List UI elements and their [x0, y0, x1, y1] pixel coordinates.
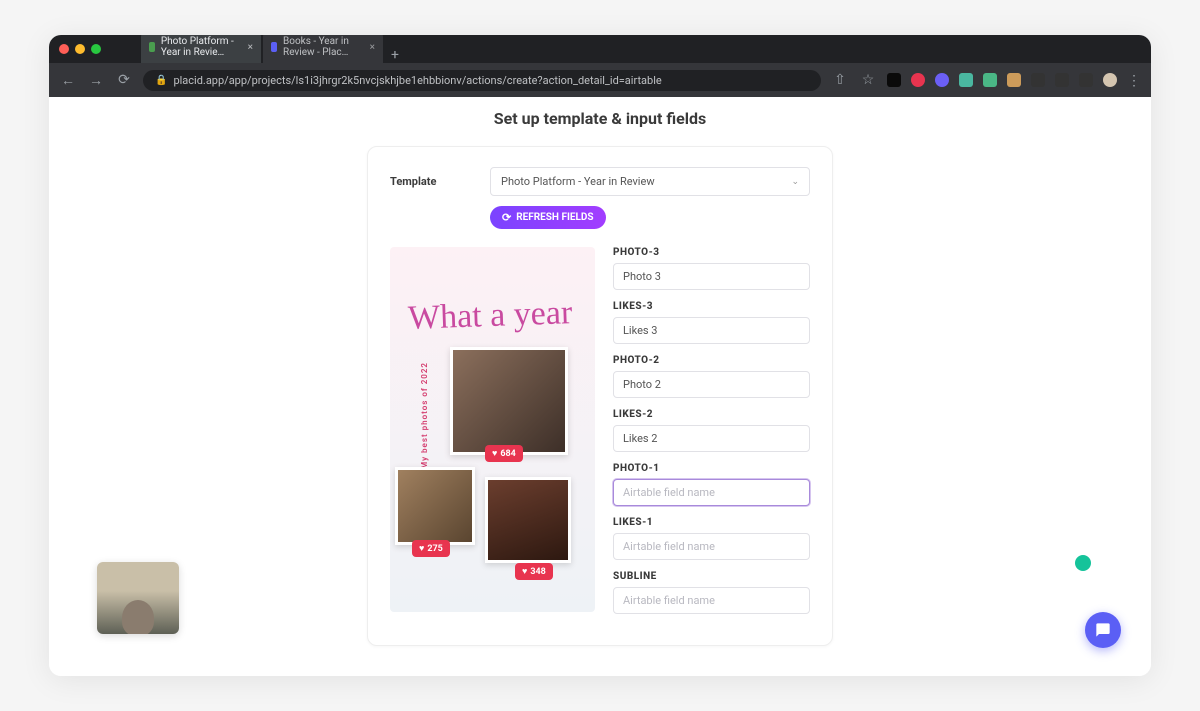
window-controls [59, 44, 101, 54]
close-tab-icon[interactable]: × [370, 42, 375, 53]
close-tab-icon[interactable]: × [248, 42, 253, 53]
field-label: LIKES-3 [613, 301, 810, 312]
tab-label: Books - Year in Review - Plac… [283, 36, 364, 58]
field-input[interactable] [613, 479, 810, 506]
refresh-icon: ⟳ [502, 211, 511, 224]
browser-window: Photo Platform - Year in Revie… × Books … [49, 35, 1151, 676]
ext-icon[interactable] [1079, 73, 1093, 87]
field-label: PHOTO-2 [613, 355, 810, 366]
page-content: Set up template & input fields Template … [49, 97, 1151, 676]
profile-avatar[interactable] [1103, 73, 1117, 87]
webcam-overlay [97, 562, 179, 634]
ext-icon[interactable] [983, 73, 997, 87]
field-input[interactable] [613, 587, 810, 614]
field-group: PHOTO-3 [613, 247, 810, 290]
field-group: PHOTO-2 [613, 355, 810, 398]
template-value: Photo Platform - Year in Review [501, 175, 655, 188]
share-icon[interactable]: ⇧ [831, 72, 849, 88]
setup-card: Template Photo Platform - Year in Review… [367, 146, 833, 646]
field-input[interactable] [613, 371, 810, 398]
heart-icon: ♥ [492, 448, 497, 459]
field-label: PHOTO-1 [613, 463, 810, 474]
refresh-fields-button[interactable]: ⟳ REFRESH FIELDS [490, 206, 606, 229]
forward-button[interactable]: → [87, 72, 105, 89]
preview-photo-1 [450, 347, 568, 455]
page-title: Set up template & input fields [49, 109, 1151, 128]
chat-widget[interactable] [1085, 612, 1121, 648]
template-label: Template [390, 175, 490, 188]
ext-icon[interactable] [911, 73, 925, 87]
field-group: PHOTO-1 [613, 463, 810, 506]
ext-icon[interactable] [1055, 73, 1069, 87]
maximize-window[interactable] [91, 44, 101, 54]
field-group: SUBLINE [613, 571, 810, 614]
back-button[interactable]: ← [59, 72, 77, 89]
address-bar[interactable]: 🔒 placid.app/app/projects/ls1i3jhrgr2k5n… [143, 70, 821, 91]
titlebar: Photo Platform - Year in Revie… × Books … [49, 35, 1151, 63]
chevron-down-icon: ⌄ [791, 177, 799, 187]
ext-icon[interactable] [959, 73, 973, 87]
refresh-label: REFRESH FIELDS [516, 212, 593, 223]
preview-sideline: My best photos of 2022 [420, 362, 429, 469]
field-input[interactable] [613, 425, 810, 452]
url-text: placid.app/app/projects/ls1i3jhrgr2k5nvc… [173, 74, 661, 87]
menu-icon[interactable]: ⋮ [1127, 73, 1141, 87]
preview-heading: What a year [407, 294, 572, 338]
browser-toolbar: ← → ⟳ 🔒 placid.app/app/projects/ls1i3jhr… [49, 63, 1151, 97]
ext-icon[interactable] [1007, 73, 1021, 87]
field-group: LIKES-1 [613, 517, 810, 560]
field-input[interactable] [613, 263, 810, 290]
bookmark-icon[interactable]: ☆ [859, 72, 877, 88]
tab-1[interactable]: Photo Platform - Year in Revie… × [141, 35, 261, 63]
ext-icon[interactable] [887, 73, 901, 87]
tab-2[interactable]: Books - Year in Review - Plac… × [263, 35, 383, 63]
like-badge: ♥275 [412, 540, 450, 557]
ext-icon[interactable] [1031, 73, 1045, 87]
chat-icon [1095, 622, 1111, 638]
field-label: LIKES-2 [613, 409, 810, 420]
preview-photo-2 [395, 467, 475, 545]
field-label: LIKES-1 [613, 517, 810, 528]
field-label: SUBLINE [613, 571, 810, 582]
template-row: Template Photo Platform - Year in Review… [390, 167, 810, 196]
tab-favicon [149, 42, 155, 52]
tab-strip: Photo Platform - Year in Revie… × Books … [141, 35, 405, 63]
minimize-window[interactable] [75, 44, 85, 54]
grammarly-icon[interactable] [1075, 555, 1091, 571]
lock-icon: 🔒 [155, 75, 167, 86]
heart-icon: ♥ [522, 566, 527, 577]
fields-column: PHOTO-3 LIKES-3 PHOTO-2 LIKES-2 PHOTO-1 LIKES… [613, 247, 810, 625]
tab-label: Photo Platform - Year in Revie… [161, 36, 242, 58]
extension-icons: ⋮ [887, 73, 1141, 87]
ext-icon[interactable] [935, 73, 949, 87]
template-select[interactable]: Photo Platform - Year in Review ⌄ [490, 167, 810, 196]
like-badge: ♥684 [485, 445, 523, 462]
reload-button[interactable]: ⟳ [115, 72, 133, 88]
field-group: LIKES-3 [613, 301, 810, 344]
preview-photo-3 [485, 477, 571, 563]
field-group: LIKES-2 [613, 409, 810, 452]
template-preview: What a year My best photos of 2022 ♥684 … [390, 247, 595, 612]
field-input[interactable] [613, 317, 810, 344]
new-tab-button[interactable]: + [385, 47, 405, 63]
heart-icon: ♥ [419, 543, 424, 554]
close-window[interactable] [59, 44, 69, 54]
tab-favicon [271, 42, 277, 52]
field-input[interactable] [613, 533, 810, 560]
field-label: PHOTO-3 [613, 247, 810, 258]
like-badge: ♥348 [515, 563, 553, 580]
